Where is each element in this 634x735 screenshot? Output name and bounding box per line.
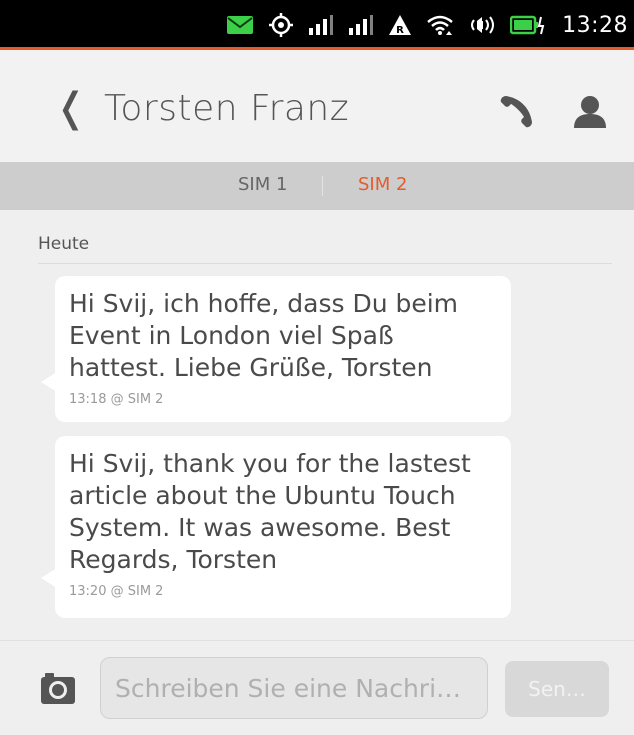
composer: Sen… <box>0 640 634 735</box>
message-input[interactable] <box>100 657 488 719</box>
day-label: Heute <box>38 234 90 254</box>
message-text: Hi Svij, thank you for the lastest artic… <box>69 449 471 574</box>
status-icons: R 13:28 <box>226 10 628 40</box>
message-icon <box>226 15 254 35</box>
message-timestamp: 13:18 @ SIM 2 <box>69 392 164 407</box>
header: ❬ Torsten Franz <box>0 50 634 170</box>
wifi-icon <box>426 13 454 37</box>
battery-charging-icon <box>510 15 546 35</box>
roaming-icon: R <box>388 14 412 36</box>
phone-call-icon[interactable] <box>496 92 536 136</box>
sim-selector: SIM 1 SIM 2 <box>0 162 634 210</box>
message-bubble[interactable]: Hi Svij, thank you for the lastest artic… <box>41 436 511 618</box>
sim-divider <box>322 176 323 196</box>
contact-icon[interactable] <box>570 92 610 136</box>
status-bar: R 13:28 <box>0 0 634 50</box>
back-button[interactable]: ❬ <box>54 88 88 128</box>
signal-sim1-icon <box>308 14 334 36</box>
contact-name: Torsten Franz <box>104 88 350 129</box>
signal-sim2-icon <box>348 14 374 36</box>
location-icon <box>268 12 294 38</box>
message-text: Hi Svij, ich hoffe, dass Du beim Event i… <box>69 289 459 382</box>
tab-sim-2[interactable]: SIM 2 <box>358 174 407 195</box>
message-timestamp: 13:20 @ SIM 2 <box>69 584 164 599</box>
day-divider <box>38 263 612 264</box>
volume-icon <box>468 14 496 36</box>
clock: 13:28 <box>562 12 628 38</box>
camera-icon[interactable] <box>40 671 76 709</box>
send-button[interactable]: Sen… <box>505 661 609 717</box>
tab-sim-1[interactable]: SIM 1 <box>238 174 287 195</box>
svg-text:R: R <box>396 25 404 36</box>
message-bubble[interactable]: Hi Svij, ich hoffe, dass Du beim Event i… <box>41 276 511 422</box>
